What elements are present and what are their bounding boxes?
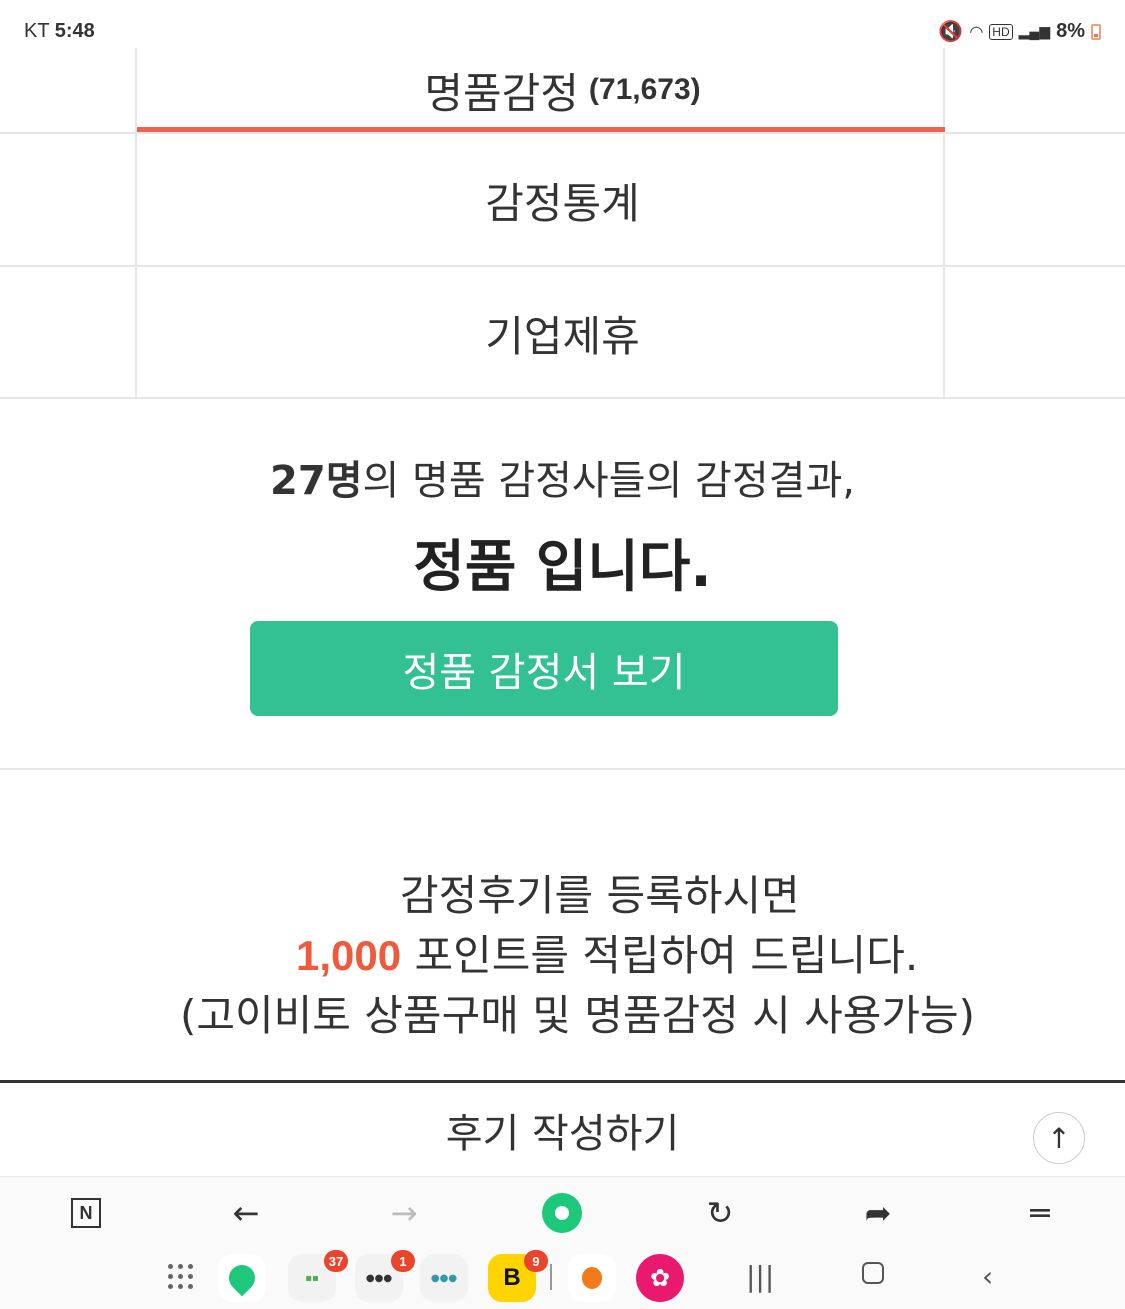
- bookmark-app-icon[interactable]: B 9: [488, 1250, 548, 1302]
- carrier-label: KT: [24, 20, 50, 42]
- menu-item-count: (71,673): [588, 73, 701, 106]
- result-summary: 27명의 명품 감정사들의 감정결과,: [0, 448, 1125, 506]
- notification-badge: 9: [524, 1250, 548, 1272]
- menu-item-statistics[interactable]: 감정통계: [0, 134, 1125, 266]
- promo-line-1: 감정후기를 등록하시면: [400, 871, 800, 920]
- app-folder-icon[interactable]: ▪▪ 37: [288, 1250, 348, 1302]
- back-nav-icon[interactable]: ‹: [982, 1260, 993, 1293]
- refresh-button[interactable]: ↻: [698, 1191, 742, 1235]
- promo-line-3: (고이비토 상품구매 및 명품감정 시 사용가능): [180, 991, 976, 1040]
- points-amount: 1,000: [296, 932, 402, 979]
- battery-percent: 8%: [1056, 20, 1085, 42]
- scroll-top-button[interactable]: ↑: [1033, 1112, 1085, 1164]
- promo-line-2-text: 포인트를 적립하여 드립니다.: [401, 931, 919, 980]
- app-drawer-icon[interactable]: [168, 1264, 194, 1290]
- promo-line-2: 1,000 포인트를 적립하여 드립니다.: [296, 922, 918, 983]
- menu-item-appraisal[interactable]: 명품감정 (71,673): [0, 48, 1125, 132]
- naver-green-dot-icon: [542, 1193, 582, 1233]
- view-certificate-button[interactable]: 정품 감정서 보기: [250, 621, 838, 716]
- recents-icon[interactable]: |||: [746, 1260, 774, 1293]
- battery-icon: [1091, 23, 1101, 40]
- menu-item-label: 기업제휴: [485, 311, 640, 361]
- back-button[interactable]: ←: [224, 1191, 268, 1235]
- write-review-label: 후기 작성하기: [445, 1110, 680, 1157]
- forward-arrow-icon: →: [390, 1194, 418, 1232]
- forward-button[interactable]: →: [382, 1191, 426, 1235]
- carrier-time: KT 5:48: [24, 20, 95, 43]
- n-home-icon: N: [71, 1198, 101, 1228]
- appraiser-count: 27명: [270, 458, 363, 504]
- write-review-button[interactable]: 후기 작성하기: [0, 1080, 1125, 1176]
- clock: 5:48: [54, 20, 95, 42]
- n-home-button[interactable]: N: [64, 1191, 108, 1235]
- flower-app-icon[interactable]: ✿: [636, 1254, 684, 1302]
- refresh-icon: ↻: [706, 1194, 734, 1232]
- status-icons: 🔇 ◠ HD ▂▄▆ 8%: [938, 19, 1101, 44]
- verdict-text: 정품 입니다.: [413, 535, 712, 600]
- app-folder-icon[interactable]: ●●●: [420, 1254, 468, 1302]
- carrot-app-icon[interactable]: [568, 1254, 616, 1302]
- menu-button[interactable]: ═: [1018, 1191, 1062, 1235]
- divider: [0, 265, 1125, 267]
- hd-icon: HD: [989, 23, 1013, 40]
- dock-divider: [550, 1264, 552, 1290]
- share-icon: ➦: [864, 1194, 892, 1232]
- mute-icon: 🔇: [938, 21, 964, 43]
- naver-map-app-icon[interactable]: [218, 1254, 266, 1302]
- menu-item-partnership[interactable]: 기업제휴: [0, 268, 1125, 398]
- app-folder-icon[interactable]: ●●● 1: [355, 1250, 415, 1302]
- system-nav-bar: ▪▪ 37 ●●● 1 ●●● B 9 ✿ ||| ‹: [0, 1248, 1125, 1309]
- arrow-up-icon: ↑: [1047, 1121, 1071, 1155]
- menu-lines-icon: ═: [1030, 1194, 1050, 1232]
- browser-toolbar: N ← → ↻ ➦ ═: [0, 1176, 1125, 1248]
- signal-icon: ▂▄▆: [1018, 23, 1051, 39]
- naver-home-button[interactable]: [540, 1191, 584, 1235]
- notification-badge: 37: [324, 1250, 348, 1272]
- divider: [0, 768, 1125, 770]
- result-summary-text: 의 명품 감정사들의 감정결과,: [362, 458, 855, 504]
- back-arrow-icon: ←: [232, 1194, 260, 1232]
- notification-badge: 1: [391, 1250, 415, 1272]
- bookmark-letter: B: [503, 1264, 521, 1291]
- home-icon[interactable]: [862, 1262, 884, 1284]
- share-button[interactable]: ➦: [856, 1191, 900, 1235]
- wifi-icon: ◠: [969, 23, 984, 41]
- menu-item-label: 감정통계: [485, 178, 640, 228]
- divider: [0, 397, 1125, 399]
- menu-item-label: 명품감정: [424, 68, 579, 118]
